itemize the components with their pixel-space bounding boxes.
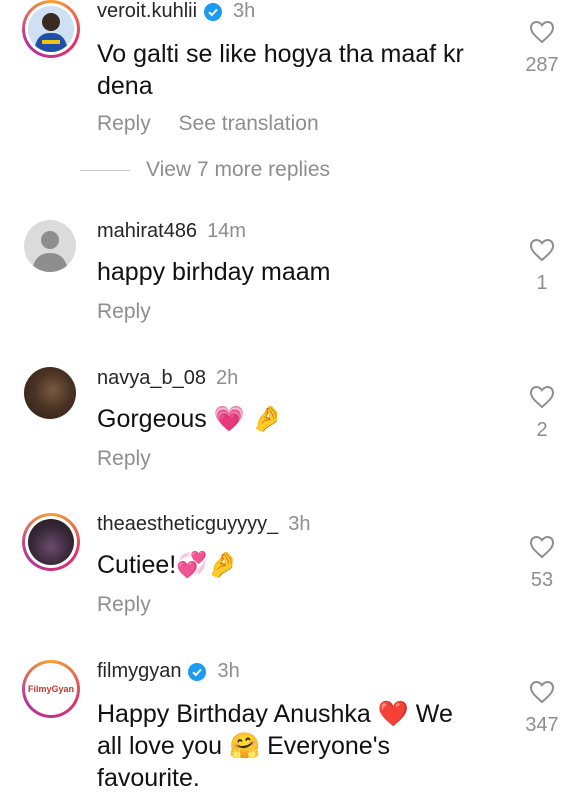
reply-button[interactable]: Reply — [97, 112, 151, 135]
comment-text-line: Gorgeous 💗 🤌 — [97, 405, 283, 433]
comment-text: Gorgeous 💗 🤌 — [97, 403, 283, 435]
comment-actions: Reply — [97, 447, 151, 471]
comment-header: mahirat486 14m — [97, 220, 246, 243]
reply-button[interactable]: Reply — [97, 447, 151, 470]
divider — [80, 169, 130, 171]
like-count: 1 — [536, 272, 548, 294]
comment-text: Cutiee!💞🤌 — [97, 549, 238, 581]
comment-text-line: Cutiee!💞🤌 — [97, 551, 239, 579]
comment-text-line: favourite. — [97, 764, 200, 792]
heart-outline-icon[interactable] — [529, 680, 555, 704]
heart-outline-icon[interactable] — [529, 238, 555, 262]
comment-text: Happy Birthday Anushka ❤️ We all love yo… — [97, 698, 453, 794]
filmygyan-logo: FilmyGyan — [28, 684, 74, 694]
heart-outline-icon[interactable] — [529, 385, 555, 409]
avatar[interactable] — [22, 0, 80, 58]
view-more-replies[interactable]: View 7 more replies — [80, 158, 330, 182]
view-more-label: View 7 more replies — [146, 158, 331, 181]
heart-outline-icon[interactable] — [529, 535, 555, 559]
avatar[interactable] — [24, 220, 76, 272]
comment-header: theaestheticguyyyy_ 3h — [97, 513, 310, 536]
verified-badge-icon — [203, 2, 223, 22]
comment-text: happy birhday maam — [97, 256, 330, 288]
username[interactable]: navya_b_08 — [97, 367, 206, 390]
comment-text-line: Happy Birthday Anushka ❤️ We — [97, 700, 453, 728]
timestamp: 3h — [288, 513, 311, 535]
heart-outline-icon[interactable] — [529, 20, 555, 44]
avatar[interactable] — [24, 367, 76, 419]
avatar[interactable] — [22, 513, 80, 571]
like-control: 287 — [517, 20, 567, 77]
username[interactable]: filmygyan — [97, 660, 181, 683]
like-control: 1 — [517, 238, 567, 295]
reply-button[interactable]: Reply — [97, 593, 151, 616]
comment-text-line: happy birhday maam — [97, 258, 331, 286]
default-avatar-icon — [32, 231, 68, 272]
verified-badge-icon — [187, 662, 207, 682]
timestamp: 2h — [215, 367, 239, 389]
comment-header: veroit.kuhlii 3h — [97, 0, 255, 23]
like-count: 287 — [525, 54, 559, 76]
username[interactable]: veroit.kuhlii — [97, 0, 197, 23]
like-control: 53 — [517, 535, 567, 592]
comment-actions: Reply — [97, 593, 151, 617]
comment-actions: Reply See translation — [97, 112, 319, 136]
like-count: 53 — [530, 569, 554, 591]
avatar[interactable]: FilmyGyan — [22, 660, 80, 718]
comment-text-line: all love you 🤗 Everyone's — [97, 732, 390, 760]
see-translation-button[interactable]: See translation — [179, 112, 319, 135]
username[interactable]: theaestheticguyyyy_ — [97, 513, 278, 536]
comment-text-line: Vo galti se like hogya tha maaf kr — [97, 40, 464, 68]
timestamp: 3h — [217, 660, 240, 682]
comment-header: navya_b_08 2h — [97, 367, 238, 390]
avatar-image — [28, 6, 74, 52]
like-count: 2 — [536, 419, 548, 441]
like-count: 347 — [525, 714, 559, 736]
comment-header: filmygyan 3h — [97, 660, 240, 683]
comment-text-line: dena — [97, 72, 153, 100]
comment-text: Vo galti se like hogya tha maaf kr dena — [97, 38, 464, 102]
like-control: 347 — [517, 680, 567, 737]
timestamp: 3h — [233, 0, 256, 22]
like-control: 2 — [517, 385, 567, 442]
comment-actions: Reply — [97, 300, 151, 324]
username[interactable]: mahirat486 — [97, 220, 197, 243]
timestamp: 14m — [207, 220, 246, 242]
reply-button[interactable]: Reply — [97, 300, 151, 323]
